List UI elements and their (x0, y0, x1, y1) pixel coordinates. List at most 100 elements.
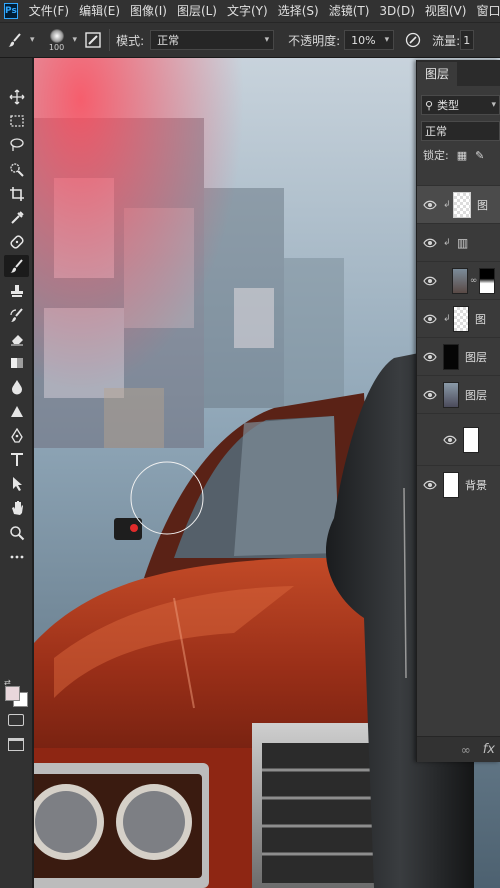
layer-mask-thumbnail[interactable] (479, 267, 495, 294)
menu-file[interactable]: 文件(F) (24, 0, 74, 22)
visibility-eye-icon[interactable] (437, 435, 463, 445)
layer-thumbnail (443, 381, 459, 408)
tool-quick-select[interactable] (4, 159, 29, 181)
lock-image-pixels-icon[interactable]: ✎ (475, 149, 484, 162)
menu-view[interactable]: 视图(V) (420, 0, 472, 22)
tool-lasso[interactable] (4, 134, 29, 156)
menu-edit[interactable]: 编辑(E) (74, 0, 125, 22)
marquee-icon (9, 115, 24, 127)
layer-row[interactable] (417, 413, 500, 465)
chevron-down-icon[interactable]: ▾ (30, 35, 35, 45)
layer-row[interactable]: 背景 (417, 465, 500, 503)
tool-marquee[interactable] (4, 110, 29, 132)
visibility-eye-icon[interactable] (417, 238, 443, 248)
tools-panel: ⇄ (0, 58, 33, 888)
dodge-icon (10, 405, 23, 417)
tab-layers[interactable]: 图层 (417, 62, 458, 86)
color-swatches[interactable]: ⇄ (4, 678, 30, 708)
eraser-icon (10, 335, 23, 346)
eyedropper-icon (10, 211, 24, 224)
chevron-down-icon[interactable]: ▾ (73, 35, 78, 45)
menu-3d[interactable]: 3D(D) (374, 0, 419, 22)
visibility-eye-icon[interactable] (417, 480, 443, 490)
menu-bar: Ps 文件(F) 编辑(E) 图像(I) 图层(L) 文字(Y) 选择(S) 滤… (0, 0, 500, 22)
screen-mode-icon[interactable] (8, 738, 24, 751)
blend-mode-select[interactable]: 正常 ▾ (150, 30, 275, 50)
opacity-input[interactable]: 10% ▾ (344, 30, 395, 50)
tool-dodge[interactable] (4, 401, 29, 423)
tool-clone-stamp[interactable] (4, 280, 29, 302)
divider (109, 29, 111, 51)
quick-select-icon (9, 162, 24, 177)
filter-kind-value: 类型 (437, 99, 460, 112)
path-select-icon (12, 477, 22, 492)
mask-link-icon[interactable]: ∞ (470, 276, 478, 286)
layer-row[interactable]: ↲ 图 (417, 185, 500, 223)
layer-thumbnail (463, 426, 479, 453)
menu-layer[interactable]: 图层(L) (172, 0, 222, 22)
layers-tab-bar: 图层 (417, 60, 500, 86)
gradient-icon (10, 358, 23, 369)
tool-blur[interactable] (4, 376, 29, 398)
adjustment-layer-icon: ▥ (457, 235, 469, 250)
tool-hand[interactable] (4, 497, 29, 519)
layer-filter-select[interactable]: ⚲ 类型 ▾ (421, 95, 500, 115)
chevron-down-icon: ▾ (264, 35, 270, 45)
tool-eyedropper[interactable] (4, 207, 29, 229)
fx-button[interactable]: fx (483, 742, 495, 757)
tool-pen[interactable] (4, 425, 29, 447)
options-bar: ▾ 100 ▾ 模式: 正常 ▾ 不透明度: 10% ▾ 流量: 1 (0, 22, 500, 58)
flow-value: 1 (463, 33, 471, 47)
tool-eraser[interactable] (4, 328, 29, 350)
menu-filter[interactable]: 滤镜(T) (324, 0, 375, 22)
layer-blend-mode-select[interactable]: 正常 (421, 121, 500, 141)
lock-transparent-pixels-icon[interactable]: ▦ (457, 149, 467, 162)
visibility-eye-icon[interactable] (417, 314, 443, 324)
tool-more-tools[interactable] (4, 546, 29, 568)
menu-image[interactable]: 图像(I) (125, 0, 172, 22)
opacity-value: 10% (351, 33, 376, 47)
visibility-eye-icon[interactable] (417, 390, 443, 400)
menu-select[interactable]: 选择(S) (273, 0, 324, 22)
more-tools-icon (10, 555, 23, 559)
tool-zoom[interactable] (4, 522, 29, 544)
layer-row[interactable]: 图层 (417, 337, 500, 375)
layers-panel: 图层 ⚲ 类型 ▾ 正常 锁定: ▦ ✎ ↲ 图 ↲ ▥ ∞ ↲ 图图层 图层 背景 ∞ fx (416, 60, 500, 762)
brush-tip-icon (49, 28, 64, 43)
pen-icon (10, 427, 23, 443)
tool-healing[interactable] (4, 231, 29, 253)
chevron-down-icon: ▾ (384, 35, 390, 45)
tool-move[interactable] (4, 86, 29, 108)
blur-icon (11, 380, 22, 395)
flow-input[interactable]: 1 (460, 30, 475, 50)
menu-type[interactable]: 文字(Y) (222, 0, 273, 22)
tool-history-brush[interactable] (4, 304, 29, 326)
brush-icon (10, 259, 23, 273)
foreground-color-swatch[interactable] (5, 686, 20, 701)
tool-gradient[interactable] (4, 352, 29, 374)
layer-thumbnail (443, 471, 459, 498)
opacity-label: 不透明度: (288, 33, 341, 48)
pressure-opacity-icon[interactable] (400, 32, 426, 48)
menu-window[interactable]: 窗口 (471, 0, 500, 22)
tool-path-select[interactable] (4, 473, 29, 495)
visibility-eye-icon[interactable] (417, 200, 443, 210)
layer-row[interactable]: ∞ (417, 261, 500, 299)
layer-name: 图层 (465, 350, 487, 364)
brush-size-picker[interactable]: 100 (43, 28, 71, 52)
link-layers-icon[interactable]: ∞ (461, 743, 471, 757)
healing-icon (9, 235, 24, 249)
layer-row[interactable]: 图层 (417, 375, 500, 413)
brush-tool-preset-icon[interactable] (0, 32, 30, 48)
tool-brush[interactable] (4, 255, 29, 278)
layer-name: 图 (477, 198, 488, 212)
layer-row[interactable]: ↲ ▥ (417, 223, 500, 261)
tool-crop[interactable] (4, 183, 29, 205)
visibility-eye-icon[interactable] (417, 276, 442, 286)
tool-type[interactable] (4, 449, 29, 471)
brush-settings-panel-icon[interactable] (83, 30, 103, 50)
layer-row[interactable]: ↲ 图 (417, 299, 500, 337)
visibility-eye-icon[interactable] (417, 352, 443, 362)
crop-icon (9, 186, 24, 201)
quick-mask-icon[interactable] (8, 714, 24, 726)
